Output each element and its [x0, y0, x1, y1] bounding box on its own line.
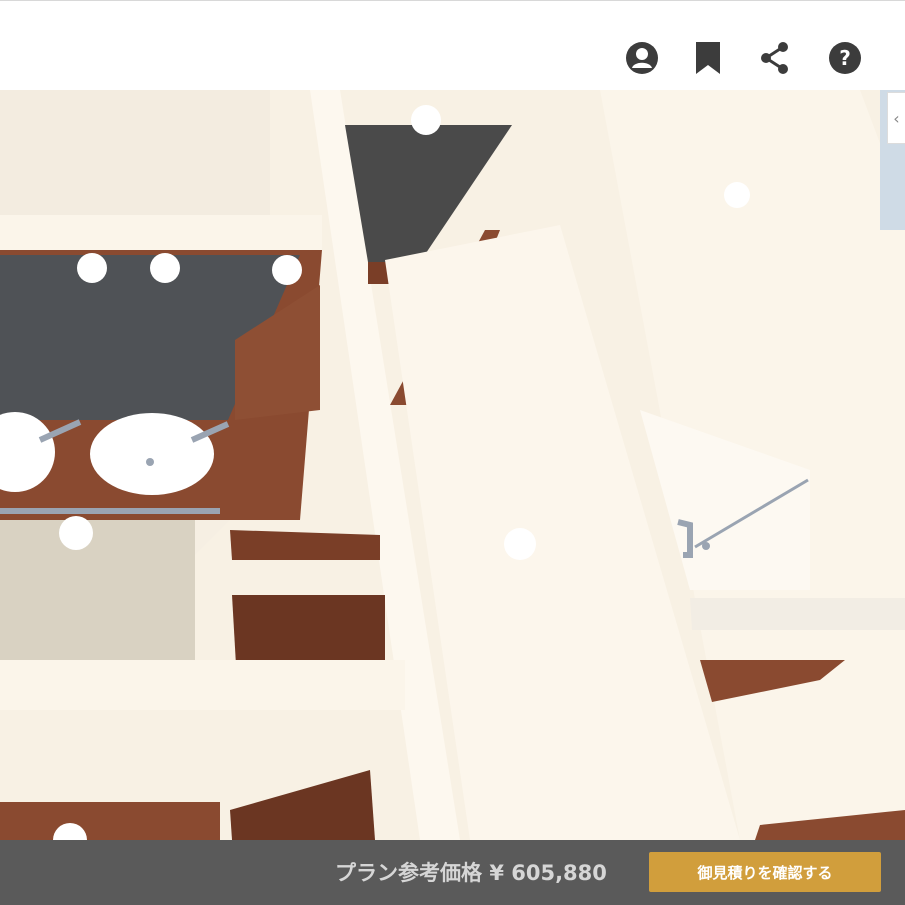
help-icon[interactable]: ? — [826, 39, 864, 77]
top-toolbar: ? — [0, 0, 905, 90]
side-panel-toggle[interactable]: ‹ — [887, 92, 905, 144]
reference-price: プラン参考価格 ¥ 605,880 — [335, 857, 607, 887]
lower-dark-floor — [232, 595, 385, 665]
view-estimate-button[interactable]: 御見積りを確認する — [649, 852, 881, 892]
room-3d-viewport[interactable] — [0, 90, 905, 840]
bookmark-icon[interactable] — [689, 39, 727, 77]
price-value: ¥ 605,880 — [489, 861, 607, 885]
price-label: プラン参考価格 — [335, 861, 482, 885]
concrete-floor — [0, 520, 195, 660]
sink-right — [90, 413, 214, 495]
account-icon[interactable] — [623, 39, 661, 77]
chevron-left-icon: ‹ — [893, 108, 900, 128]
share-icon[interactable] — [756, 39, 794, 77]
help-glyph: ? — [839, 46, 851, 70]
